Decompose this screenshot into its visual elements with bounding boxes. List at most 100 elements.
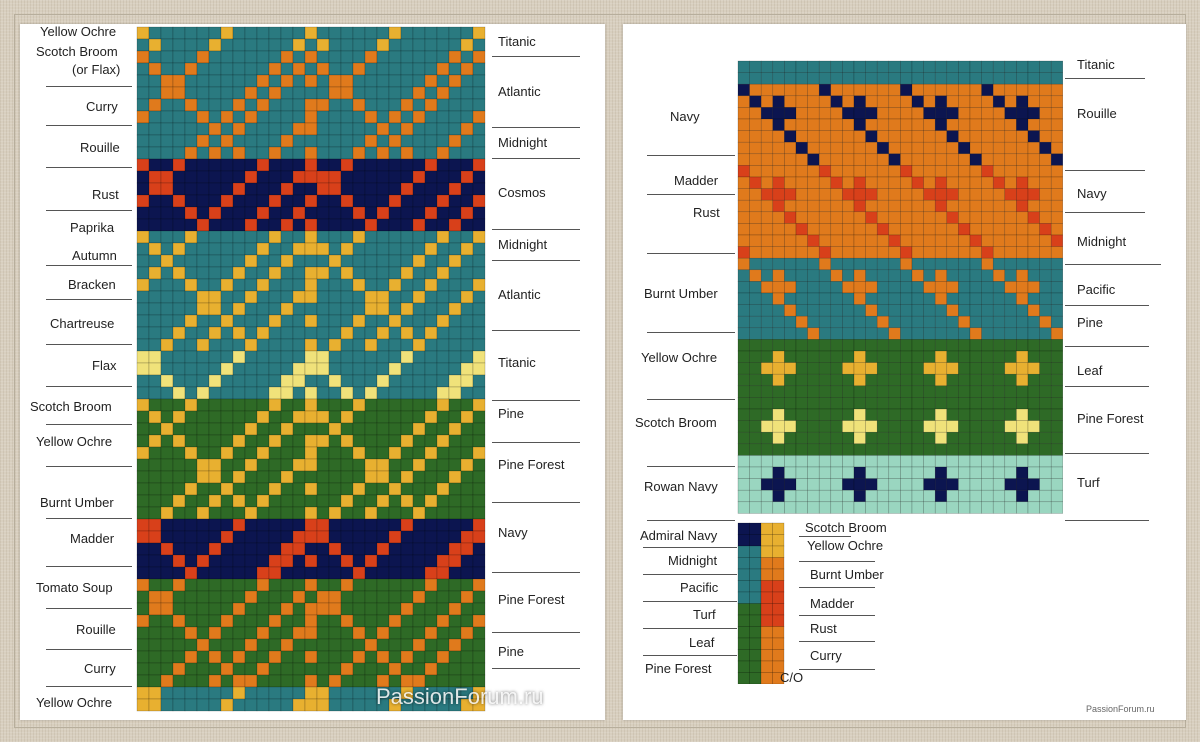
right-right-label-turf: Turf [1077, 475, 1100, 490]
right-rule [647, 466, 735, 467]
cast-on-label: C/O [780, 670, 804, 685]
left-right-rule [492, 260, 580, 261]
key-right-rule [799, 641, 875, 642]
left-rule [46, 686, 132, 687]
key-label-rust: Rust [810, 621, 837, 636]
key-left-rule [643, 601, 737, 602]
key-label-leaf: Leaf [689, 635, 715, 650]
right-right-label-titanic: Titanic [1077, 57, 1115, 72]
left-right-label-pine-forest: Pine Forest [498, 457, 565, 472]
right-right-rule [1065, 346, 1149, 347]
left-label-curry-top: Curry [86, 99, 118, 114]
right-right-rule [1065, 453, 1149, 454]
left-right-rule [492, 400, 580, 401]
left-label-rouille-top: Rouille [80, 140, 120, 155]
left-rule [46, 424, 132, 425]
left-right-label-midnight-top: Midnight [498, 135, 548, 150]
left-right-label-pine-forest-bottom: Pine Forest [498, 592, 565, 607]
left-right-label-titanic-mid: Titanic [498, 355, 536, 370]
right-right-label-pacific: Pacific [1077, 282, 1116, 297]
right-rule [647, 253, 735, 254]
left-right-rule [492, 229, 580, 230]
left-colorwork-grid [136, 26, 486, 712]
right-right-label-pine: Pine [1077, 315, 1104, 330]
left-right-rule [492, 442, 580, 443]
left-right-rule [492, 127, 580, 128]
left-right-label-midnight-mid: Midnight [498, 237, 548, 252]
left-rule [46, 167, 132, 168]
key-label-madder: Madder [810, 596, 855, 611]
key-label-midnight: Midnight [668, 553, 718, 568]
right-rule [647, 194, 735, 195]
right-colorwork-grid [737, 60, 1063, 514]
key-right-rule [799, 615, 875, 616]
left-right-rule [492, 668, 580, 669]
left-rule [46, 386, 132, 387]
left-label-scotch-broom: Scotch Broom [30, 399, 112, 414]
right-right-label-navy: Navy [1077, 186, 1107, 201]
key-label-curry: Curry [810, 648, 842, 663]
left-rule [46, 299, 132, 300]
left-label-curry-bottom: Curry [84, 661, 116, 676]
left-right-label-cosmos: Cosmos [498, 185, 546, 200]
key-left-rule [643, 547, 737, 548]
left-right-label-atlantic-mid: Atlantic [498, 287, 541, 302]
right-right-label-pine-forest: Pine Forest [1077, 411, 1144, 426]
key-label-admiral-navy: Admiral Navy [640, 528, 718, 543]
left-label-bracken: Bracken [68, 277, 116, 292]
right-right-rule [1065, 212, 1145, 213]
key-label-pacific: Pacific [680, 580, 719, 595]
left-rule [46, 608, 132, 609]
right-right-label-rouille: Rouille [1077, 106, 1117, 121]
left-right-label-pine-bottom: Pine [498, 644, 525, 659]
left-right-rule [492, 502, 580, 503]
key-left-rule [643, 655, 737, 656]
left-right-label-pine: Pine [498, 406, 525, 421]
left-right-rule [492, 56, 580, 57]
key-left-rule [643, 574, 737, 575]
key-label-scotch-broom: Scotch Broom [805, 520, 887, 535]
left-label-burnt-umber: Burnt Umber [40, 495, 114, 510]
right-label-burnt-umber: Burnt Umber [644, 286, 718, 301]
right-label-navy: Navy [670, 109, 700, 124]
key-label-turf: Turf [693, 607, 716, 622]
left-rule [46, 210, 132, 211]
right-label-rust: Rust [693, 205, 720, 220]
left-label-or-flax: (or Flax) [72, 62, 121, 77]
left-watermark: PassionForum.ru [376, 684, 544, 709]
right-rule [647, 332, 735, 333]
key-right-rule [799, 587, 875, 588]
right-right-rule [1065, 305, 1149, 306]
right-rule [647, 399, 735, 400]
key-right-rule [799, 561, 875, 562]
left-label-yellow-ochre-top: Yellow Ochre [40, 24, 117, 39]
right-watermark: PassionForum.ru [1086, 704, 1155, 714]
left-chart-panel: Yellow Ochre Scotch Broom (or Flax) Curr… [20, 24, 605, 720]
left-label-scotch-broom-top: Scotch Broom [36, 44, 118, 59]
left-label-paprika: Paprika [70, 220, 115, 235]
key-left-rule [643, 628, 737, 629]
right-label-madder: Madder [674, 173, 719, 188]
left-rule [46, 86, 132, 87]
key-label-burnt-umber: Burnt Umber [810, 567, 884, 582]
left-label-tomato-soup: Tomato Soup [36, 580, 113, 595]
right-right-rule [1065, 520, 1149, 521]
left-right-rule [492, 572, 580, 573]
left-label-chartreuse: Chartreuse [50, 316, 115, 331]
key-label-yellow-ochre: Yellow Ochre [807, 538, 884, 553]
left-label-rouille-bottom: Rouille [76, 622, 116, 637]
left-right-rule [492, 330, 580, 331]
right-right-label-midnight: Midnight [1077, 234, 1127, 249]
key-right-rule [799, 536, 851, 537]
left-label-yellow-ochre-bottom: Yellow Ochre [36, 695, 113, 710]
left-label-madder: Madder [70, 531, 115, 546]
left-right-label-atlantic-top: Atlantic [498, 84, 541, 99]
color-key-grid [737, 522, 785, 684]
left-right-label-navy: Navy [498, 525, 528, 540]
left-rule [46, 649, 132, 650]
right-right-rule [1065, 264, 1161, 265]
left-rule [46, 566, 132, 567]
right-right-rule [1065, 78, 1145, 79]
right-label-yellow-ochre: Yellow Ochre [641, 350, 718, 365]
right-rule [647, 520, 735, 521]
